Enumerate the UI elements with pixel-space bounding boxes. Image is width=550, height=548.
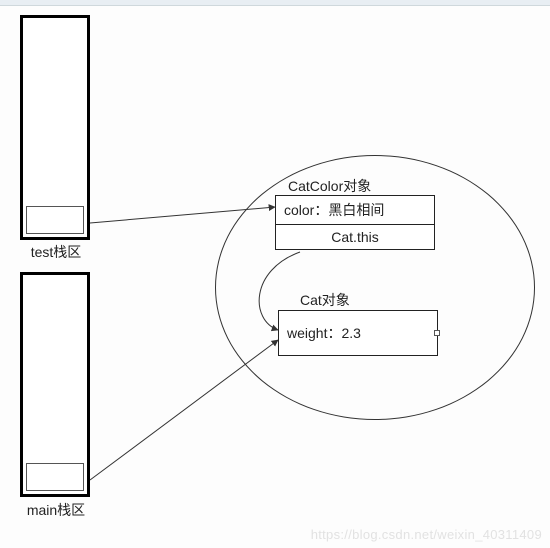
main-stack-box <box>20 272 90 497</box>
cat-box-handle <box>434 330 440 336</box>
test-stack-slot <box>26 206 84 234</box>
catcolor-title: CatColor对象 <box>288 176 438 196</box>
cat-title: Cat对象 <box>300 290 450 310</box>
window-top-bar <box>0 0 550 6</box>
main-stack-label: main栈区 <box>18 500 94 520</box>
catcolor-this-row: Cat.this <box>276 225 434 249</box>
catcolor-box: color：黑白相间 Cat.this <box>275 195 435 250</box>
cat-weight-row: weight：2.3 <box>279 319 437 347</box>
test-stack-box <box>20 15 90 240</box>
main-stack-slot <box>26 463 84 491</box>
test-stack-label: test栈区 <box>18 242 94 262</box>
cat-box: weight：2.3 <box>278 310 438 356</box>
catcolor-color-row: color：黑白相间 <box>276 196 434 225</box>
watermark-text: https://blog.csdn.net/weixin_40311409 <box>311 527 542 542</box>
